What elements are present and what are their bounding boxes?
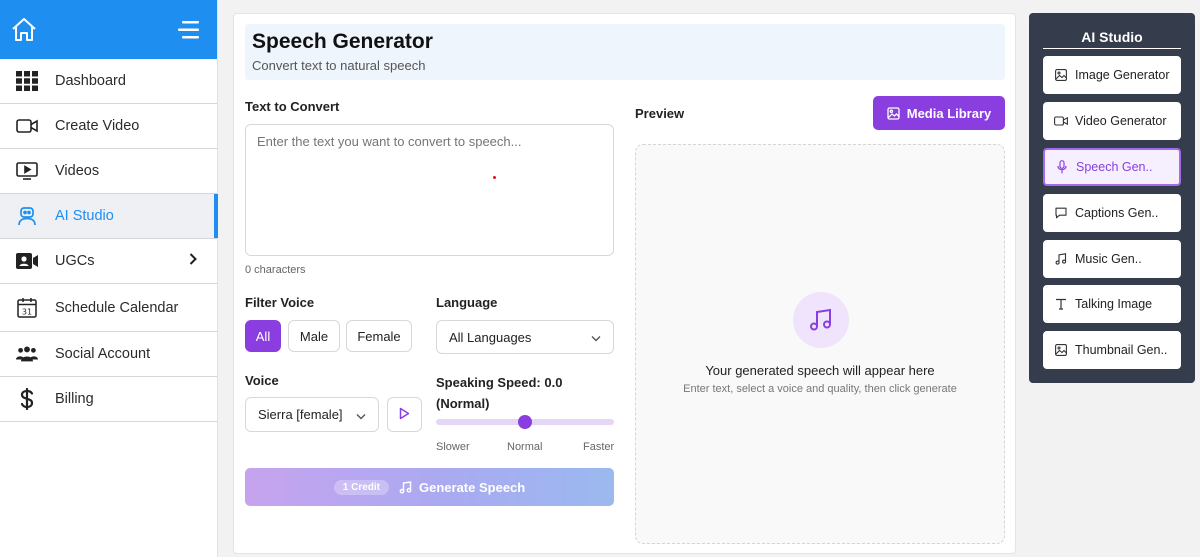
ai-studio-music-generator[interactable]: Music Gen.. [1043, 240, 1181, 278]
svg-text:31: 31 [22, 308, 32, 317]
page-header: Speech Generator Convert text to natural… [245, 24, 1005, 80]
speech-bubble-icon [1054, 206, 1068, 220]
sidebar-item-label: Dashboard [55, 73, 126, 89]
filter-all-button[interactable]: All [245, 320, 281, 352]
voice-preview-play-button[interactable] [387, 397, 422, 432]
sidebar-item-create-video[interactable]: Create Video [0, 104, 217, 149]
preview-area: Your generated speech will appear here E… [635, 144, 1005, 544]
microphone-icon [1055, 160, 1069, 174]
ai-studio-video-generator[interactable]: Video Generator [1043, 102, 1181, 140]
ai-studio-image-generator[interactable]: Image Generator [1043, 56, 1181, 94]
sidebar-item-label: Schedule Calendar [55, 299, 179, 316]
ai-studio-title: AI Studio [1043, 29, 1181, 49]
speech-generator-card: Speech Generator Convert text to natural… [233, 13, 1016, 554]
home-icon[interactable] [10, 16, 38, 44]
music-note-icon [1054, 252, 1068, 266]
ai-studio-panel: AI Studio Image Generator Video Generato… [1029, 13, 1195, 383]
filter-male-button[interactable]: Male [288, 320, 340, 352]
generate-speech-label: Generate Speech [419, 479, 526, 495]
ai-studio-speech-generator[interactable]: Speech Gen.. [1043, 148, 1181, 186]
ai-studio-item-label: Music Gen.. [1075, 252, 1142, 266]
users-group-icon [16, 343, 38, 365]
sidebar-item-ai-studio[interactable]: AI Studio [0, 194, 218, 239]
voice-select-value: Sierra [female] [258, 407, 343, 422]
sidebar-item-ugcs[interactable]: UGCs [0, 239, 217, 284]
preview-empty-title: Your generated speech will appear here [705, 363, 935, 378]
ai-studio-item-label: Talking Image [1075, 297, 1153, 311]
cursor-marker [493, 176, 496, 179]
text-to-convert-input[interactable] [245, 124, 614, 256]
generate-speech-button[interactable]: 1 Credit Generate Speech [245, 468, 614, 506]
speed-mark-normal: Normal [507, 441, 543, 453]
sidebar-item-schedule-calendar[interactable]: 31 Schedule Calendar [0, 284, 217, 332]
preview-empty-subtitle: Enter text, select a voice and quality, … [683, 383, 957, 395]
preview-label: Preview [635, 106, 685, 121]
chevron-right-icon [189, 253, 197, 270]
voice-select[interactable]: Sierra [female] [245, 397, 379, 432]
image-icon [1054, 343, 1068, 357]
ai-studio-talking-image[interactable]: Talking Image [1043, 285, 1181, 323]
music-note-icon [793, 292, 849, 348]
filter-voice-label: Filter Voice [245, 295, 315, 310]
ai-studio-item-label: Speech Gen.. [1076, 160, 1153, 174]
image-icon [887, 106, 900, 120]
ai-studio-item-label: Thumbnail Gen.. [1075, 343, 1168, 357]
sidebar-item-social-account[interactable]: Social Account [0, 332, 217, 377]
chevron-down-icon [356, 407, 366, 422]
dollar-icon [16, 388, 38, 410]
sidebar-header [0, 0, 217, 59]
ai-studio-item-label: Video Generator [1075, 114, 1167, 128]
page-title: Speech Generator [252, 30, 433, 53]
sidebar-item-label: AI Studio [55, 208, 114, 224]
sidebar-item-billing[interactable]: Billing [0, 377, 217, 422]
play-icon [399, 407, 410, 423]
credit-badge: 1 Credit [333, 479, 389, 495]
language-select[interactable]: All Languages [436, 320, 614, 354]
robot-icon [16, 205, 38, 227]
speed-mark-slower: Slower [436, 441, 470, 453]
media-library-button[interactable]: Media Library [873, 96, 1005, 130]
text-t-icon [1054, 297, 1068, 311]
filter-female-button[interactable]: Female [346, 320, 412, 352]
grid-icon [16, 70, 38, 92]
sidebar-item-label: Create Video [55, 118, 140, 134]
language-label: Language [436, 295, 498, 310]
ai-studio-item-label: Captions Gen.. [1075, 206, 1159, 220]
ai-studio-item-label: Image Generator [1075, 68, 1170, 82]
sidebar-item-videos[interactable]: Videos [0, 149, 217, 194]
calendar-icon: 31 [16, 297, 38, 319]
speaking-speed-label: Speaking Speed: 0.0 (Normal) [436, 375, 563, 411]
sidebar-item-label: UGCs [55, 253, 95, 269]
sidebar: Dashboard Create Video Videos AI Studio [0, 0, 218, 557]
sidebar-item-dashboard[interactable]: Dashboard [0, 59, 217, 104]
image-icon [1054, 68, 1068, 82]
speed-slider-thumb[interactable] [518, 415, 532, 429]
chevron-down-icon [591, 330, 601, 345]
sidebar-item-label: Videos [55, 163, 100, 179]
ai-studio-thumbnail-generator[interactable]: Thumbnail Gen.. [1043, 331, 1181, 369]
language-select-value: All Languages [449, 329, 532, 345]
sidebar-item-label: Billing [55, 391, 94, 407]
menu-toggle-icon[interactable] [178, 20, 200, 40]
voice-label: Voice [245, 373, 279, 388]
music-note-icon [399, 480, 412, 494]
ai-studio-captions-generator[interactable]: Captions Gen.. [1043, 194, 1181, 232]
character-count: 0 characters [245, 264, 306, 276]
video-camera-icon [16, 115, 38, 137]
media-library-label: Media Library [906, 105, 992, 121]
play-screen-icon [16, 160, 38, 182]
speed-mark-faster: Faster [583, 441, 615, 453]
sidebar-item-label: Social Account [55, 346, 151, 362]
video-icon [1054, 114, 1068, 128]
text-to-convert-label: Text to Convert [245, 99, 340, 114]
id-card-icon [16, 250, 38, 272]
page-subtitle: Convert text to natural speech [252, 58, 426, 73]
